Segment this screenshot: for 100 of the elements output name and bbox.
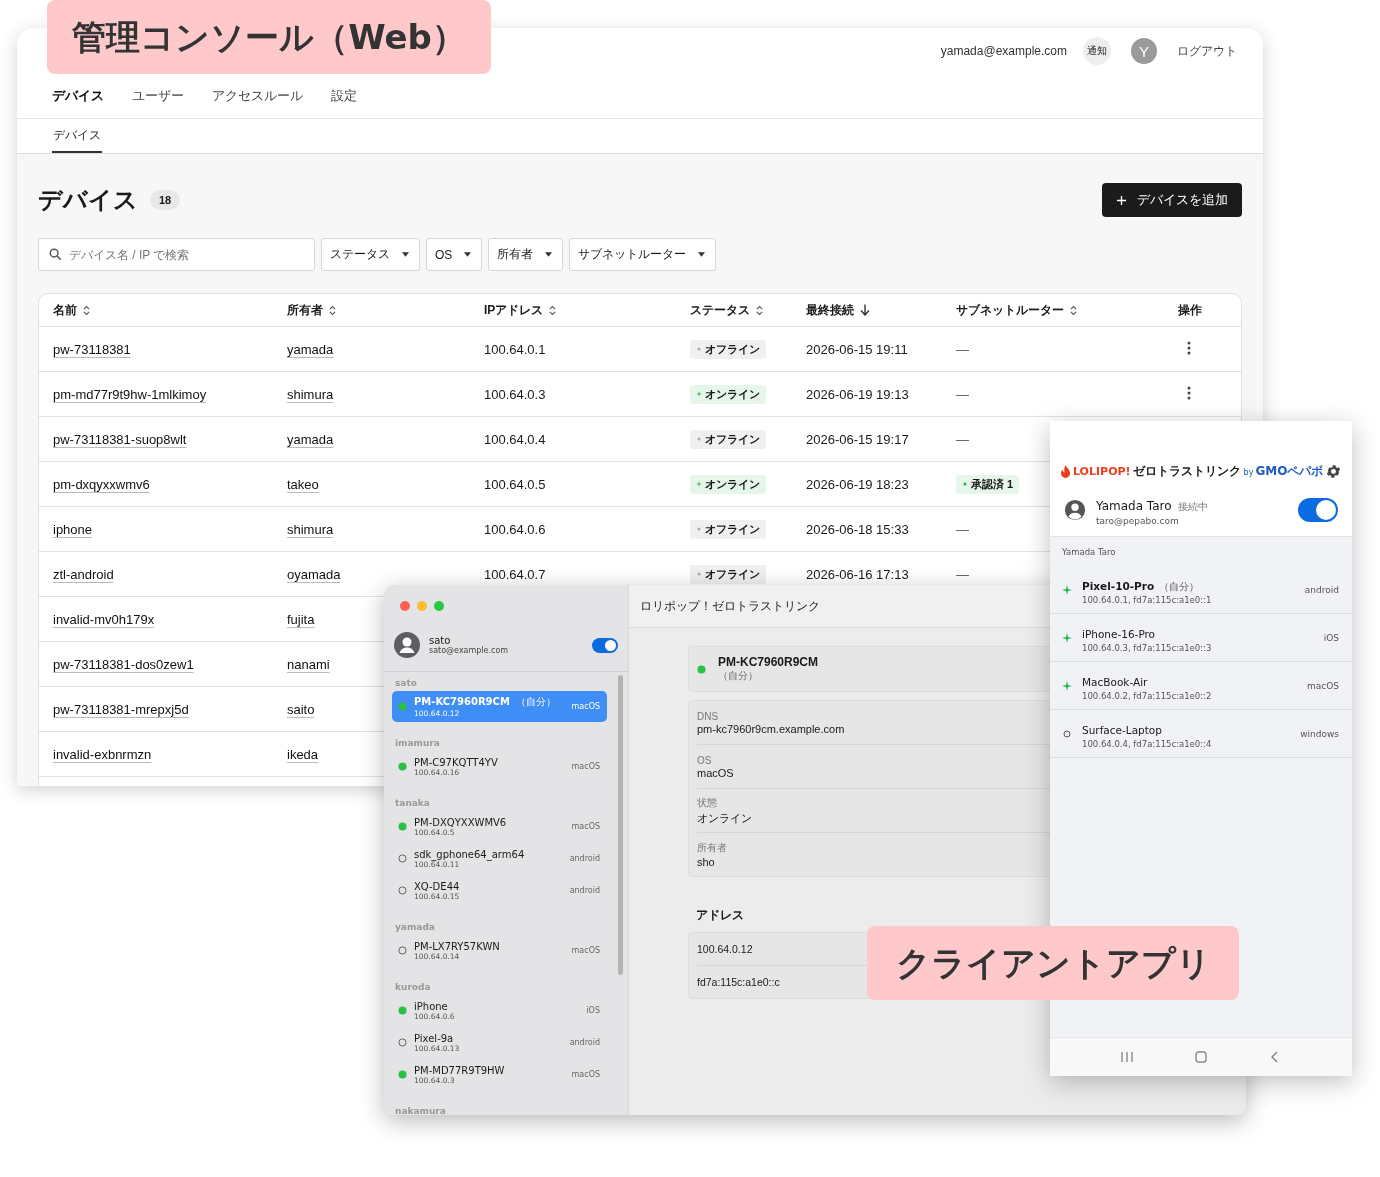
owner-link[interactable]: saito	[287, 701, 315, 717]
filter-dropdown[interactable]: OS	[426, 238, 483, 271]
column-header[interactable]: 操作	[1178, 301, 1202, 319]
group-label: sato	[394, 677, 418, 690]
sort-icon[interactable]	[83, 304, 90, 316]
avatar-icon	[394, 632, 420, 658]
owner-link[interactable]: nanami	[287, 656, 330, 672]
add-device-button[interactable]: デバイスを追加	[1102, 183, 1242, 217]
device-os: android	[569, 854, 600, 863]
device-name: PM-DXQYXXWMV6	[414, 816, 507, 828]
owner-link[interactable]: yamada	[287, 431, 334, 447]
device-addresses: 100.64.0.1, fd7a:115c:a1e0::1	[1082, 594, 1213, 605]
caption-label: クライアントアプリ	[867, 926, 1239, 1000]
nav-tab[interactable]: デバイス	[52, 87, 104, 105]
device-list-item[interactable]: MacBook-Air 100.64.0.2, fd7a:115c:a1e0::2 macOS	[1050, 662, 1352, 710]
device-os: iOS	[1323, 632, 1339, 643]
device-name: PM-MD77R9T9HW	[414, 1064, 505, 1076]
user-name: sato	[429, 635, 452, 646]
sort-descending-icon[interactable]	[860, 304, 870, 316]
scrollbar[interactable]	[618, 675, 623, 975]
column-header[interactable]: 名前	[53, 301, 77, 319]
owner-link[interactable]: fujita	[287, 611, 315, 627]
more-icon[interactable]	[1187, 340, 1191, 355]
owner-link[interactable]: takeo	[287, 476, 319, 492]
owner-link[interactable]: shimura	[287, 386, 334, 402]
nav-tab[interactable]: ユーザー	[132, 87, 184, 105]
status-badge: オンライン	[690, 384, 766, 404]
device-list-item[interactable]: Surface-Laptop 100.64.0.4, fd7a:115c:a1e0::4 windows	[1050, 710, 1352, 758]
flame-icon	[1060, 464, 1071, 478]
device-name: Pixel-9a	[414, 1032, 454, 1044]
connection-toggle[interactable]	[1298, 498, 1338, 522]
table-cell: —	[956, 521, 969, 537]
field-value: macOS	[697, 766, 734, 779]
device-name-link[interactable]: iphone	[53, 521, 93, 537]
field-label: OS	[697, 754, 712, 766]
device-list-item[interactable]: Pixel-10-Pro （自分） 100.64.0.1, fd7a:115c:a1e0::1 android	[1050, 566, 1352, 614]
device-addresses: 100.64.0.4, fd7a:115c:a1e0::4	[1082, 738, 1213, 749]
user-email: taro@pepabo.com	[1096, 515, 1180, 526]
search-field[interactable]: デバイス名 / IP で検索	[38, 238, 315, 271]
device-name-link[interactable]: pw-73118381-mrepxj5d	[53, 701, 189, 717]
owner-link[interactable]: shimura	[287, 521, 334, 537]
table-cell: 100.64.0.4	[484, 431, 546, 447]
page-title: デバイス	[38, 185, 138, 215]
sort-icon[interactable]	[329, 304, 336, 316]
device-name-link[interactable]: pm-dxqyxxwmv6	[53, 476, 150, 492]
device-name-link[interactable]: invalid-mv0h179x	[53, 611, 155, 627]
search-icon	[49, 248, 62, 261]
notification-button[interactable]: 通知	[1083, 37, 1111, 65]
plus-icon	[1116, 194, 1127, 206]
device-name-link[interactable]: ztl-android	[53, 566, 114, 582]
device-addresses: 100.64.0.3, fd7a:115c:a1e0::3	[1082, 642, 1213, 653]
table-cell: 2026-06-15 19:17	[806, 431, 909, 447]
more-icon[interactable]	[1187, 385, 1191, 400]
device-name: Pixel-10-Pro	[1082, 579, 1155, 592]
column-header[interactable]: 最終接続	[806, 301, 854, 319]
connection-status: 接続中	[1177, 500, 1208, 512]
device-os: windows	[1300, 728, 1339, 739]
device-name-link[interactable]: pw-73118381-suop8wlt	[53, 431, 187, 447]
owner-link[interactable]: oyamada	[287, 566, 341, 582]
filter-dropdown[interactable]: サブネットルーター	[569, 238, 717, 271]
owner-link[interactable]: ikeda	[287, 746, 319, 762]
device-os: android	[569, 1038, 600, 1047]
table-cell: 100.64.0.6	[484, 521, 546, 537]
filter-dropdown[interactable]: ステータス	[321, 238, 420, 271]
column-header[interactable]: ステータス	[690, 301, 750, 319]
section-heading: アドレス	[696, 907, 745, 924]
settings-icon[interactable]	[1325, 462, 1342, 480]
connection-toggle[interactable]	[592, 637, 618, 653]
device-name-link[interactable]: invalid-exbnrmzn	[53, 746, 152, 762]
column-header[interactable]: IPアドレス	[484, 301, 544, 319]
account-email: yamada@example.com	[940, 44, 1067, 58]
owner-link[interactable]: yamada	[287, 341, 334, 357]
column-header[interactable]: 所有者	[287, 301, 323, 319]
table-cell: 2026-06-15 19:11	[806, 341, 908, 357]
table-cell: 2026-06-19 19:13	[806, 386, 909, 402]
group-label: tanaka	[394, 797, 431, 810]
device-name: PM-LX7RY57KWN	[414, 940, 500, 952]
home-icon[interactable]	[1194, 1051, 1208, 1063]
column-header[interactable]: サブネットルーター	[956, 301, 1064, 319]
logout-link[interactable]: ログアウト	[1177, 42, 1237, 60]
caret-icon	[402, 252, 409, 257]
group-label: Yamada Taro	[1061, 547, 1117, 559]
device-os: android	[569, 886, 600, 895]
device-os: macOS	[571, 1070, 600, 1079]
nav-tab[interactable]: 設定	[331, 87, 357, 105]
caret-icon	[464, 252, 472, 257]
sort-icon[interactable]	[1070, 304, 1077, 316]
device-name-link[interactable]: pw-73118381	[53, 341, 131, 357]
self-tag: （自分）	[718, 669, 819, 683]
group-label: yamada	[394, 921, 436, 934]
filter-dropdown[interactable]: 所有者	[488, 238, 564, 271]
avatar-icon	[1064, 499, 1086, 521]
device-name-link[interactable]: pm-md77r9t9hw-1mlkimoy	[53, 386, 207, 402]
nav-tab[interactable]: アクセスルール	[212, 87, 303, 105]
sort-icon[interactable]	[756, 304, 763, 316]
device-os: iOS	[586, 1006, 600, 1015]
sort-icon[interactable]	[549, 304, 557, 316]
device-list-item[interactable]: iPhone-16-Pro 100.64.0.3, fd7a:115c:a1e0::3 iOS	[1050, 614, 1352, 662]
device-name-link[interactable]: pw-73118381-dos0zew1	[53, 656, 194, 672]
device-name: iPhone-16-Pro	[1082, 627, 1156, 640]
